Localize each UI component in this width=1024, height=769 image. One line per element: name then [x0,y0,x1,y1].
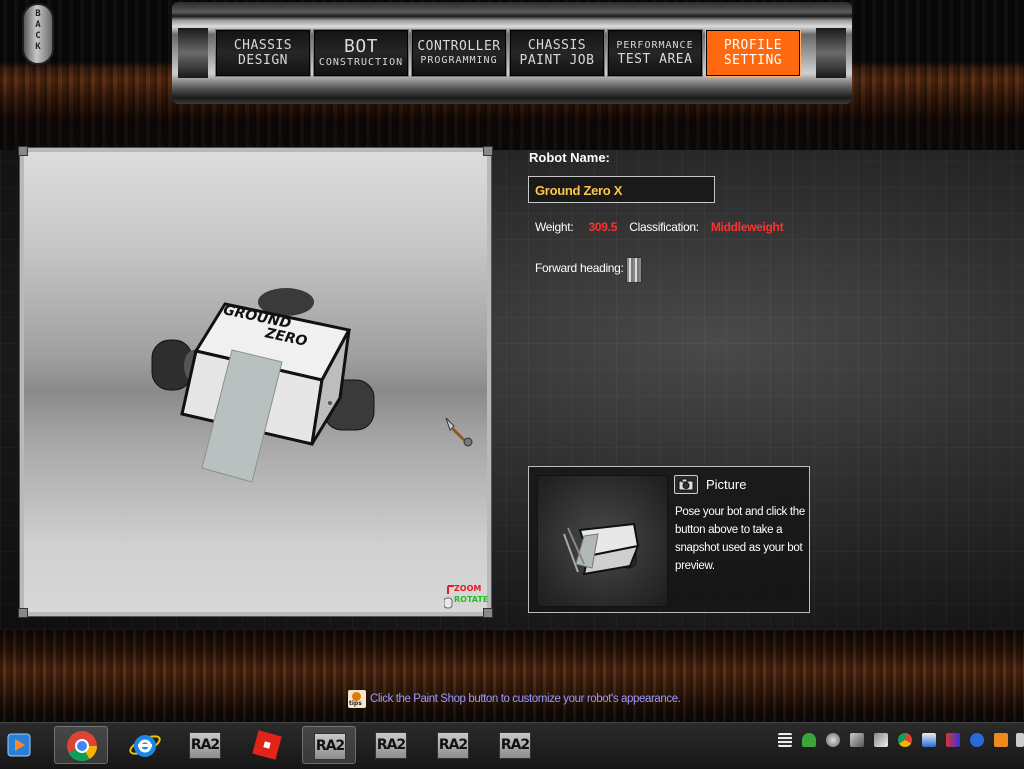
tab-performance-test-area[interactable]: PERFORMANCE TEST AREA [607,29,703,77]
ra2-icon: RA2 [314,733,346,760]
steam-icon[interactable] [826,733,840,747]
utility-icon[interactable] [874,733,888,747]
take-picture-button[interactable] [674,475,698,494]
classification-value: Middleweight [710,220,784,234]
picture-panel: Picture Pose your bot and click the butt… [528,466,810,613]
tab-bot-construction[interactable]: BOT CONSTRUCTION [313,29,409,77]
ra2-icon: RA2 [437,732,469,759]
bottom-background [0,630,1024,722]
ra2-icon: RA2 [499,732,531,759]
tab-label-line1: CHASSIS [233,38,293,53]
nav-rail-left [178,28,208,78]
ra2-taskbar-button[interactable]: RA2 [488,726,542,764]
ra2-taskbar-button-active[interactable]: RA2 [302,726,356,764]
robot-thumbnail-image [563,522,640,576]
robot-name-input[interactable]: Ground Zero X [528,176,715,203]
weight-label: Weight: [535,220,574,234]
tab-controller-programming[interactable]: CONTROLLER PROGRAMMING [411,29,507,77]
ra2-icon: RA2 [375,732,407,759]
tab-label-line2: CONSTRUCTION [318,57,404,68]
robot-stats: Weight: 309.5 Classification: Middleweig… [535,220,784,234]
tab-label-line1: PERFORMANCE [616,40,694,51]
display-icon[interactable] [922,733,936,747]
ra2-icon: RA2 [189,732,221,759]
network-icon[interactable] [778,733,792,747]
tab-profile-setting[interactable]: PROFILE SETTING [705,29,801,77]
ra2-taskbar-button[interactable]: RA2 [178,726,232,764]
robot-3d-viewport[interactable]: GROUND ZERO ZOOM ROTATE [18,146,493,618]
tab-label-line1: CHASSIS [527,38,587,53]
ra2-taskbar-button[interactable]: RA2 [426,726,480,764]
tool-icon[interactable] [850,733,864,747]
internet-explorer-icon[interactable] [118,726,172,764]
robot-name-label: Robot Name: [529,150,610,165]
camera-icon [678,478,694,491]
media-player-icon[interactable] [2,726,40,764]
rotate-label: ROTATE [454,595,489,604]
tab-label-line2: SETTING [723,53,783,68]
app-tray-icon[interactable] [946,733,960,747]
nav-rail-right [816,28,846,78]
forward-heading-slider[interactable] [626,257,642,283]
tab-label-line1: CONTROLLER [417,39,501,54]
back-button-label: BACK [35,9,41,52]
chrome-icon[interactable] [54,726,108,764]
tab-label-line2: PAINT JOB [519,53,595,68]
back-button[interactable]: BACK [22,3,54,65]
robot-model [151,288,473,483]
tab-label-line2: DESIGN [238,53,288,68]
classification-label: Classification: [629,220,699,234]
windows-taskbar: RA2 RA2 RA2 RA2 RA2 [0,722,1024,769]
tab-label-line2: TEST AREA [617,52,693,67]
bluetooth-icon[interactable] [970,733,984,747]
tab-chassis-design[interactable]: CHASSIS DESIGN [215,29,311,77]
tab-label-line1: PROFILE [723,38,783,53]
picture-title: Picture [706,477,747,492]
tab-label-line1: BOT [343,36,378,57]
nav-tabs: CHASSIS DESIGN BOT CONSTRUCTION CONTROLL… [215,29,804,77]
chrome-tray-icon[interactable] [898,733,912,747]
tip-text: Click the Paint Shop button to customize… [370,693,681,705]
tab-label-line2: PROGRAMMING [420,55,498,66]
ra2-taskbar-button[interactable]: RA2 [364,726,418,764]
notification-icon[interactable] [994,733,1008,747]
weight-value: 309.5 [588,220,618,234]
tip-bar: tips Click the Paint Shop button to cust… [348,690,681,708]
volume-icon[interactable] [1016,733,1024,747]
security-icon[interactable] [802,733,816,747]
forward-heading-label: Forward heading: [535,261,624,275]
tips-icon-label: tips [349,700,362,707]
tab-chassis-paint-job[interactable]: CHASSIS PAINT JOB [509,29,605,77]
zoom-label: ZOOM [454,584,482,593]
roblox-icon[interactable] [240,726,294,764]
bot-preview-thumbnail [537,475,668,607]
picture-description: Pose your bot and click the button above… [675,506,805,572]
tips-icon: tips [348,690,366,708]
